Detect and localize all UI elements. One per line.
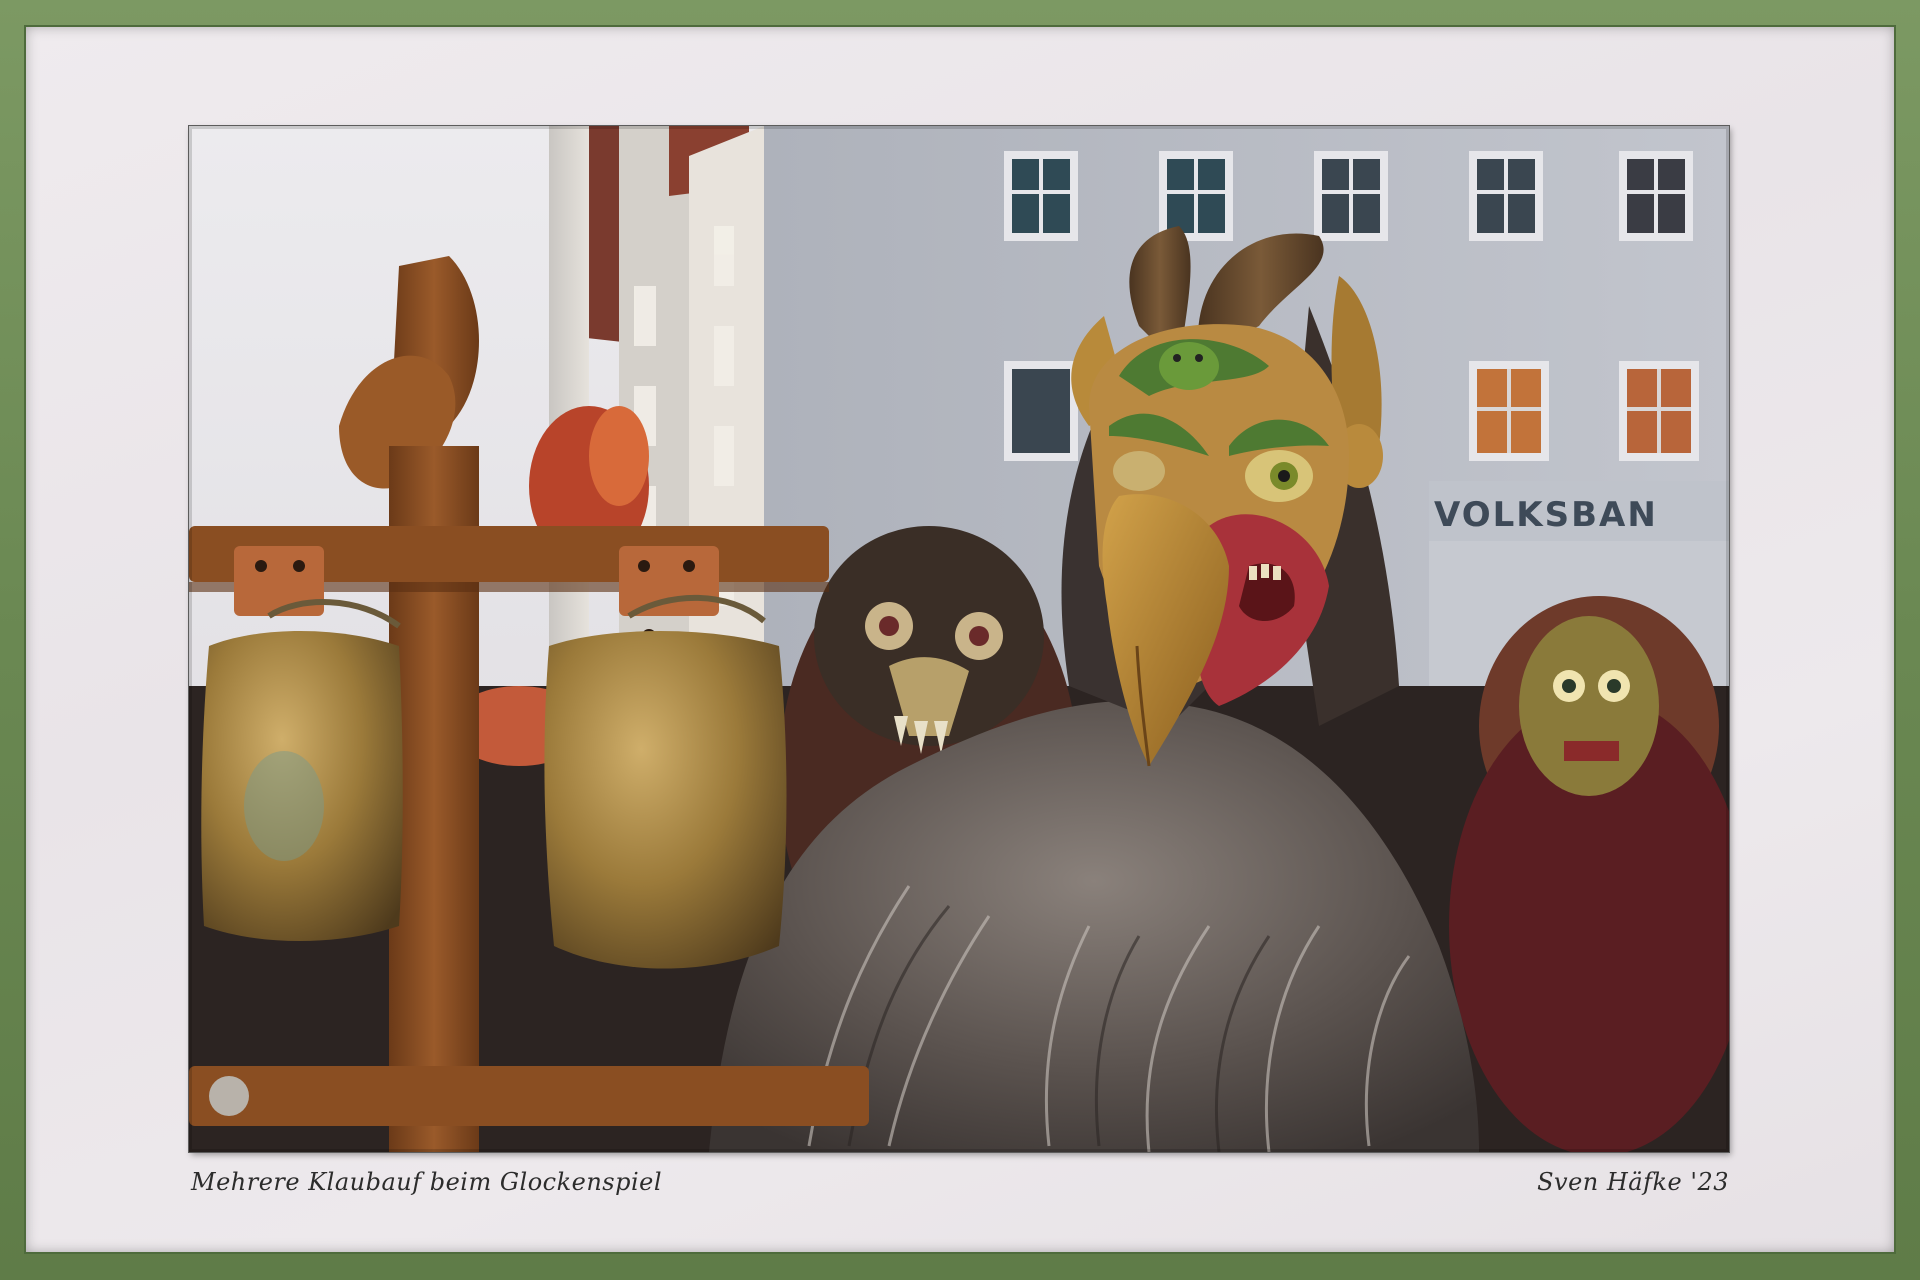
photograph: VOLKSBAN — [189, 126, 1729, 1152]
passepartout-mat: VOLKSBAN — [24, 25, 1896, 1254]
picture-frame: VOLKSBAN — [0, 0, 1920, 1280]
photo-caption: Mehrere Klaubauf beim Glockenspiel — [191, 1168, 663, 1196]
photographer-signature: Sven Häfke '23 — [1537, 1168, 1729, 1196]
cowbell-left — [201, 599, 403, 941]
background-mask-right — [1519, 616, 1659, 796]
cowbell-right — [544, 594, 787, 969]
bank-sign: VOLKSBAN — [1434, 495, 1658, 535]
